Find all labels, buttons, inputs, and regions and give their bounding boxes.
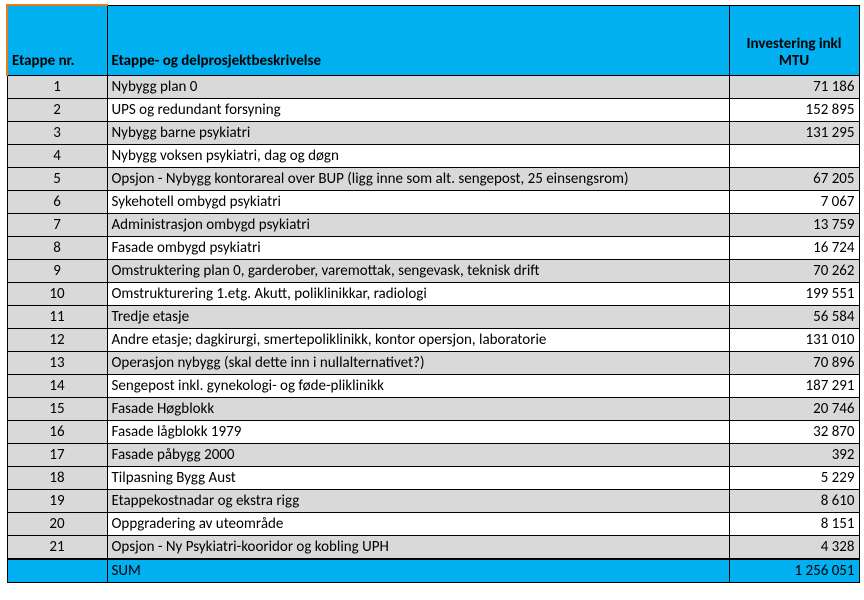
table-row: 19Etappekostnadar og ekstra rigg8 610: [7, 489, 859, 512]
sum-blank: [7, 559, 107, 583]
cell-etappe-nr: 8: [7, 236, 107, 259]
cell-beskrivelse: Etappekostnadar og ekstra rigg: [107, 489, 729, 512]
cell-etappe-nr: 10: [7, 282, 107, 305]
table-row: 4Nybygg voksen psykiatri, dag og døgn: [7, 144, 859, 167]
cell-etappe-nr: 13: [7, 351, 107, 374]
table-container: Etappe nr. Etappe- og delprosjektbeskriv…: [0, 0, 864, 589]
cell-beskrivelse: Omstrukturering 1.etg. Akutt, poliklinik…: [107, 282, 729, 305]
cell-beskrivelse: Sengepost inkl. gynekologi- og føde-plik…: [107, 374, 729, 397]
cell-investering: 8 610: [729, 489, 859, 512]
cell-beskrivelse: Opsjon - Ny Psykiatri-kooridor og koblin…: [107, 535, 729, 559]
cell-beskrivelse: UPS og redundant forsyning: [107, 98, 729, 121]
cell-beskrivelse: Nybygg plan 0: [107, 75, 729, 98]
cell-investering: 187 291: [729, 374, 859, 397]
cell-investering: 392: [729, 443, 859, 466]
cell-etappe-nr: 16: [7, 420, 107, 443]
cell-beskrivelse: Nybygg barne psykiatri: [107, 121, 729, 144]
sum-label: SUM: [107, 559, 729, 583]
cell-investering: 16 724: [729, 236, 859, 259]
cell-etappe-nr: 5: [7, 167, 107, 190]
cell-beskrivelse: Oppgradering av uteområde: [107, 512, 729, 535]
cell-beskrivelse: Operasjon nybygg (skal dette inn i nulla…: [107, 351, 729, 374]
cell-etappe-nr: 6: [7, 190, 107, 213]
project-table: Etappe nr. Etappe- og delprosjektbeskriv…: [6, 4, 860, 583]
cell-etappe-nr: 1: [7, 75, 107, 98]
table-row: 7Administrasjon ombygd psykiatri13 759: [7, 213, 859, 236]
cell-beskrivelse: Tredje etasje: [107, 305, 729, 328]
cell-beskrivelse: Opsjon - Nybygg kontorareal over BUP (li…: [107, 167, 729, 190]
header-beskrivelse: Etappe- og delprosjektbeskrivelse: [107, 5, 729, 75]
table-row: 10Omstrukturering 1.etg. Akutt, poliklin…: [7, 282, 859, 305]
cell-investering: 152 895: [729, 98, 859, 121]
table-body: 1Nybygg plan 071 1862UPS og redundant fo…: [7, 75, 859, 582]
table-row: 18Tilpasning Bygg Aust5 229: [7, 466, 859, 489]
cell-etappe-nr: 15: [7, 397, 107, 420]
cell-beskrivelse: Fasade ombygd psykiatri: [107, 236, 729, 259]
sum-value: 1 256 051: [729, 559, 859, 583]
cell-beskrivelse: Nybygg voksen psykiatri, dag og døgn: [107, 144, 729, 167]
cell-beskrivelse: Omstruktering plan 0, garderober, varemo…: [107, 259, 729, 282]
cell-beskrivelse: Andre etasje; dagkirurgi, smertepoliklin…: [107, 328, 729, 351]
header-etappe-nr: Etappe nr.: [7, 5, 107, 75]
cell-investering: 5 229: [729, 466, 859, 489]
cell-investering: 131 295: [729, 121, 859, 144]
table-row: 15Fasade Høgblokk20 746: [7, 397, 859, 420]
table-row: 5Opsjon - Nybygg kontorareal over BUP (l…: [7, 167, 859, 190]
table-row: 12Andre etasje; dagkirurgi, smertepolikl…: [7, 328, 859, 351]
sum-row: SUM1 256 051: [7, 559, 859, 583]
table-row: 11Tredje etasje56 584: [7, 305, 859, 328]
table-row: 8Fasade ombygd psykiatri16 724: [7, 236, 859, 259]
cell-investering: 71 186: [729, 75, 859, 98]
cell-etappe-nr: 12: [7, 328, 107, 351]
cell-beskrivelse: Sykehotell ombygd psykiatri: [107, 190, 729, 213]
cell-investering: 199 551: [729, 282, 859, 305]
table-row: 13Operasjon nybygg (skal dette inn i nul…: [7, 351, 859, 374]
header-row: Etappe nr. Etappe- og delprosjektbeskriv…: [7, 5, 859, 75]
cell-etappe-nr: 18: [7, 466, 107, 489]
cell-beskrivelse: Tilpasning Bygg Aust: [107, 466, 729, 489]
cell-beskrivelse: Fasade lågblokk 1979: [107, 420, 729, 443]
cell-etappe-nr: 17: [7, 443, 107, 466]
cell-investering: [729, 144, 859, 167]
cell-etappe-nr: 11: [7, 305, 107, 328]
cell-beskrivelse: Administrasjon ombygd psykiatri: [107, 213, 729, 236]
cell-etappe-nr: 20: [7, 512, 107, 535]
cell-etappe-nr: 7: [7, 213, 107, 236]
cell-etappe-nr: 19: [7, 489, 107, 512]
table-row: 9Omstruktering plan 0, garderober, varem…: [7, 259, 859, 282]
table-row: 20Oppgradering av uteområde8 151: [7, 512, 859, 535]
table-row: 3Nybygg barne psykiatri131 295: [7, 121, 859, 144]
table-row: 21Opsjon - Ny Psykiatri-kooridor og kobl…: [7, 535, 859, 559]
cell-investering: 131 010: [729, 328, 859, 351]
table-row: 14Sengepost inkl. gynekologi- og føde-pl…: [7, 374, 859, 397]
cell-beskrivelse: Fasade påbygg 2000: [107, 443, 729, 466]
header-investering: Investering inkl MTU: [729, 5, 859, 75]
cell-beskrivelse: Fasade Høgblokk: [107, 397, 729, 420]
table-row: 17Fasade påbygg 2000392: [7, 443, 859, 466]
cell-etappe-nr: 14: [7, 374, 107, 397]
cell-investering: 4 328: [729, 535, 859, 559]
table-row: 1Nybygg plan 071 186: [7, 75, 859, 98]
cell-etappe-nr: 4: [7, 144, 107, 167]
cell-etappe-nr: 3: [7, 121, 107, 144]
cell-etappe-nr: 21: [7, 535, 107, 559]
table-row: 2UPS og redundant forsyning152 895: [7, 98, 859, 121]
cell-investering: 67 205: [729, 167, 859, 190]
cell-etappe-nr: 2: [7, 98, 107, 121]
table-row: 6Sykehotell ombygd psykiatri7 067: [7, 190, 859, 213]
cell-investering: 8 151: [729, 512, 859, 535]
cell-investering: 56 584: [729, 305, 859, 328]
cell-etappe-nr: 9: [7, 259, 107, 282]
cell-investering: 32 870: [729, 420, 859, 443]
cell-investering: 13 759: [729, 213, 859, 236]
table-row: 16Fasade lågblokk 197932 870: [7, 420, 859, 443]
cell-investering: 7 067: [729, 190, 859, 213]
cell-investering: 70 896: [729, 351, 859, 374]
cell-investering: 70 262: [729, 259, 859, 282]
cell-investering: 20 746: [729, 397, 859, 420]
